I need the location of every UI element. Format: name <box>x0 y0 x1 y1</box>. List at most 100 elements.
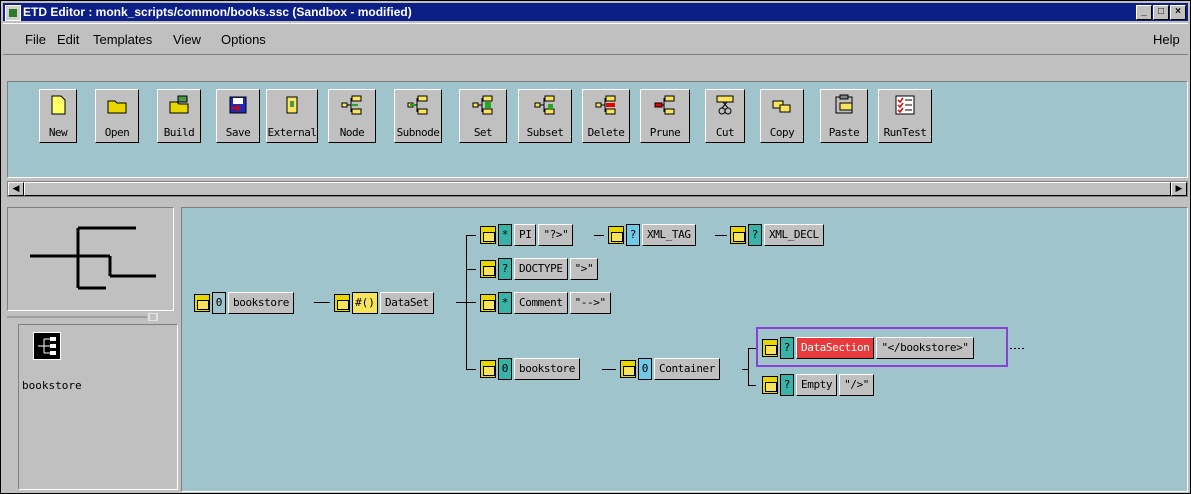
folder-icon[interactable] <box>480 260 496 278</box>
node-delimiter[interactable]: "-->" <box>569 292 611 314</box>
node-name[interactable]: DataSection <box>796 337 875 359</box>
delete-icon <box>595 95 616 115</box>
node-name[interactable]: Empty <box>796 374 838 396</box>
horizontal-scrollbar[interactable]: ◀ ▶ <box>7 181 1188 197</box>
window-title: ETD Editor : monk_scripts/common/books.s… <box>23 5 412 19</box>
close-button[interactable]: × <box>1170 5 1186 20</box>
tree-node-empty[interactable]: ? Empty "/>" <box>762 374 875 396</box>
folder-icon[interactable] <box>480 360 496 378</box>
folder-icon[interactable] <box>334 294 350 312</box>
node-label: Node <box>339 126 365 139</box>
node-name[interactable]: Container <box>654 358 721 380</box>
folder-icon[interactable] <box>194 294 210 312</box>
node-name[interactable]: DOCTYPE <box>514 258 568 280</box>
subnode-label: Subnode <box>396 126 440 139</box>
folder-icon[interactable] <box>762 339 778 357</box>
menu-edit[interactable]: Edit <box>57 32 79 47</box>
node-button[interactable]: Node <box>328 89 376 143</box>
tree-node-bookstore[interactable]: 0 bookstore <box>194 292 295 314</box>
cut-icon <box>716 95 734 115</box>
new-icon <box>51 95 66 115</box>
prune-icon <box>654 95 675 115</box>
tree-node-comment[interactable]: * Comment "-->" <box>480 292 611 314</box>
cardinality-badge: 0 <box>638 358 652 380</box>
tree-overview[interactable] <box>7 207 174 311</box>
tree-node-xml-decl[interactable]: ? XML_DECL <box>730 224 824 246</box>
copy-button[interactable]: Copy <box>760 89 804 143</box>
open-button[interactable]: Open <box>95 89 139 143</box>
cardinality-badge: 0 <box>212 292 226 314</box>
copy-label: Copy <box>769 126 795 139</box>
subset-label: Subset <box>526 126 564 139</box>
scroll-right-arrow[interactable]: ▶ <box>1171 182 1187 196</box>
subset-icon <box>534 95 555 115</box>
node-delimiter[interactable]: "</bookstore>" <box>876 337 974 359</box>
node-delimiter[interactable]: "/>" <box>839 374 875 396</box>
tree-node-bookstore-child[interactable]: 0 bookstore <box>480 358 581 380</box>
connector-line <box>748 348 749 385</box>
prune-button[interactable]: Prune <box>640 89 690 143</box>
delete-button[interactable]: Delete <box>582 89 630 143</box>
maximize-button[interactable]: □ <box>1153 5 1169 20</box>
etd-tree-canvas[interactable]: 0 bookstore #() DataSet * PI "?>" ? XML_… <box>181 207 1188 492</box>
set-button[interactable]: Set <box>459 89 507 143</box>
new-button[interactable]: New <box>39 89 77 143</box>
connector-line <box>466 269 476 270</box>
node-name[interactable]: XML_DECL <box>764 224 824 246</box>
node-name[interactable]: PI <box>514 224 537 246</box>
splitter-handle-icon <box>7 312 158 322</box>
tree-node-doctype[interactable]: ? DOCTYPE ">" <box>480 258 599 280</box>
toolbar: New Open Build Save External Node Subnod… <box>7 81 1188 178</box>
node-icon <box>341 95 362 115</box>
minimize-button[interactable]: _ <box>1136 5 1152 20</box>
folder-icon[interactable] <box>480 294 496 312</box>
folder-icon[interactable] <box>620 360 636 378</box>
scrollbar-thumb[interactable] <box>24 182 1171 196</box>
menu-file[interactable]: File <box>25 32 46 47</box>
external-button[interactable]: External <box>266 89 318 143</box>
app-icon[interactable] <box>5 5 21 21</box>
tree-node-container[interactable]: 0 Container <box>620 358 721 380</box>
subnode-button[interactable]: Subnode <box>394 89 442 143</box>
template-label[interactable]: bookstore <box>22 379 82 392</box>
runtest-button[interactable]: RunTest <box>878 89 932 143</box>
folder-icon[interactable] <box>480 226 496 244</box>
title-bar[interactable]: ETD Editor : monk_scripts/common/books.s… <box>3 3 1188 21</box>
paste-button[interactable]: Paste <box>820 89 868 143</box>
build-button[interactable]: Build <box>157 89 201 143</box>
build-label: Build <box>163 126 195 139</box>
node-name[interactable]: bookstore <box>514 358 581 380</box>
cardinality-badge: ? <box>780 337 794 359</box>
node-name[interactable]: bookstore <box>228 292 295 314</box>
save-button[interactable]: Save <box>216 89 260 143</box>
tree-node-xml-tag[interactable]: ? XML_TAG <box>608 224 696 246</box>
folder-icon[interactable] <box>762 376 778 394</box>
connector-line <box>748 385 756 386</box>
open-label: Open <box>104 126 130 139</box>
cardinality-badge: ? <box>780 374 794 396</box>
cardinality-badge: ? <box>626 224 640 246</box>
node-name[interactable]: XML_TAG <box>642 224 696 246</box>
menu-templates[interactable]: Templates <box>93 32 152 47</box>
menu-view[interactable]: View <box>173 32 201 47</box>
folder-icon[interactable] <box>608 226 624 244</box>
folder-icon[interactable] <box>730 226 746 244</box>
cardinality-badge: 0 <box>498 358 512 380</box>
node-delimiter[interactable]: "?>" <box>538 224 574 246</box>
cardinality-badge: * <box>498 224 512 246</box>
node-name[interactable]: Comment <box>514 292 568 314</box>
bookstore-template-icon[interactable] <box>33 332 61 360</box>
pane-splitter[interactable] <box>7 311 173 322</box>
subset-button[interactable]: Subset <box>518 89 572 143</box>
node-delimiter[interactable]: ">" <box>569 258 599 280</box>
tree-node-datasection[interactable]: ? DataSection "</bookstore>" <box>762 337 974 359</box>
cardinality-badge: ? <box>498 258 512 280</box>
cut-button[interactable]: Cut <box>705 89 745 143</box>
node-name[interactable]: DataSet <box>380 292 434 314</box>
new-label: New <box>48 126 68 139</box>
tree-node-dataset[interactable]: #() DataSet <box>334 292 434 314</box>
scroll-left-arrow[interactable]: ◀ <box>8 182 24 196</box>
tree-node-pi[interactable]: * PI "?>" <box>480 224 574 246</box>
menu-help[interactable]: Help <box>1153 32 1180 47</box>
menu-options[interactable]: Options <box>221 32 266 47</box>
